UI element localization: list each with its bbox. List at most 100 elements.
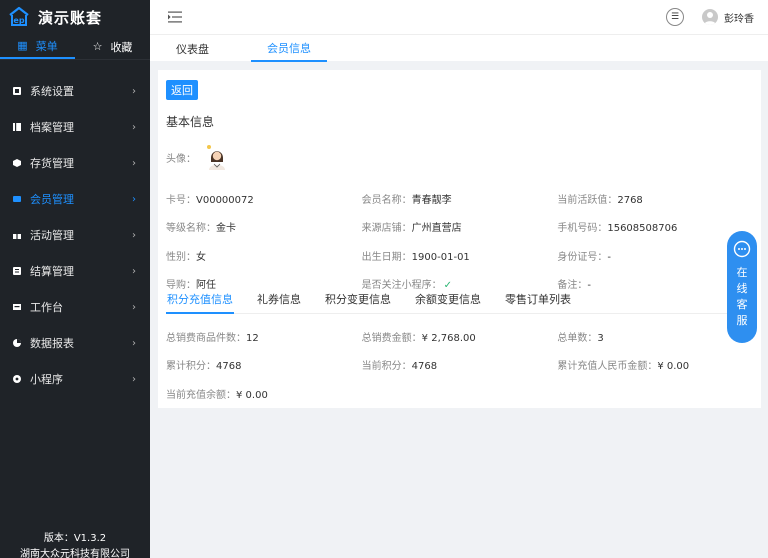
field-label: 会员名称： xyxy=(361,194,412,206)
menu-item-miniprogram[interactable]: 小程序 › xyxy=(0,361,150,397)
remark-field: 备注：- xyxy=(557,276,753,291)
menu-item-workbench[interactable]: 工作台 › xyxy=(0,289,150,325)
field-value: V00000072 xyxy=(196,194,254,206)
id-number-field: 身份证号：- xyxy=(557,248,753,263)
menu-item-activity[interactable]: 活动管理 › xyxy=(0,217,150,253)
side-tab-label: 收藏 xyxy=(110,40,133,54)
user-avatar[interactable] xyxy=(702,9,718,25)
info-row: 卡号：V00000072 会员名称：青春靓李 当前活跃值：2768 xyxy=(166,184,753,213)
menu-item-label: 活动管理 xyxy=(30,229,74,242)
workbench-icon xyxy=(13,304,21,310)
user-icon xyxy=(704,12,716,25)
back-button[interactable]: 返回 xyxy=(166,80,198,100)
app-title: 演示账套 xyxy=(38,8,103,27)
field-label: 总销费金额： xyxy=(361,332,422,344)
accumulated-recharge-field: 累计充值人民币金额：¥ 0.00 xyxy=(557,357,753,372)
menu-item-member[interactable]: 会员管理 › xyxy=(0,181,150,217)
phone-field: 手机号码：15608508706 xyxy=(557,219,753,234)
menu-item-label: 会员管理 xyxy=(30,193,74,206)
field-label: 性别： xyxy=(166,251,196,263)
menu-item-label: 数据报表 xyxy=(30,337,74,350)
menu-item-archive[interactable]: 档案管理 › xyxy=(0,109,150,145)
guide-field: 导购：阿任 xyxy=(166,276,362,291)
online-service-char: 线 xyxy=(736,282,748,295)
level-field: 等级名称：金卡 xyxy=(166,219,362,234)
field-value: ¥ 2,768.00 xyxy=(421,332,476,344)
field-value: 金卡 xyxy=(216,223,236,235)
total-amount-field: 总销费金额：¥ 2,768.00 xyxy=(362,329,558,344)
info-row: 等级名称：金卡 来源店铺：广州直营店 手机号码：15608508706 xyxy=(166,213,753,242)
stats-row: 累计积分：4768 当前积分： 4768 累计充值人民币金额：¥ 0.00 xyxy=(166,351,753,380)
chevron-right-icon: › xyxy=(132,301,136,313)
field-label: 手机号码： xyxy=(557,223,608,235)
field-label: 卡号： xyxy=(166,194,196,206)
chevron-right-icon: › xyxy=(132,229,136,241)
tab-coupons[interactable]: 礼券信息 xyxy=(256,292,302,314)
field-value: - xyxy=(607,251,611,263)
member-name-field: 会员名称：青春靓李 xyxy=(362,191,558,206)
tab-points-changes[interactable]: 积分变更信息 xyxy=(324,292,392,314)
menu-item-label: 工作台 xyxy=(30,301,63,314)
follow-miniprogram-field: 是否关注小程序： ✓ xyxy=(362,276,558,291)
tab-member-info[interactable]: 会员信息 xyxy=(251,35,327,62)
logo[interactable]: ep 演示账套 xyxy=(0,0,150,34)
menu-item-label: 系统设置 xyxy=(30,85,74,98)
settlement-icon xyxy=(13,267,21,275)
online-service-char: 在 xyxy=(736,266,748,279)
field-label: 总单数： xyxy=(557,332,598,344)
settings-icon xyxy=(13,87,21,95)
accumulated-points-field: 累计积分：4768 xyxy=(166,357,362,372)
tab-points-recharge[interactable]: 积分充值信息 xyxy=(166,292,234,314)
online-service-button[interactable]: 在 线 客 服 xyxy=(727,231,757,343)
field-value: 2768 xyxy=(617,194,643,206)
field-label: 备注： xyxy=(557,280,588,292)
total-items-field: 总销费商品件数：12 xyxy=(166,329,362,344)
field-label: 当前活跃值： xyxy=(557,194,618,206)
field-value: 3 xyxy=(597,332,604,344)
field-value: 1900-01-01 xyxy=(411,251,470,263)
online-service-label: 在 线 客 服 xyxy=(737,265,748,329)
menu-item-system-settings[interactable]: 系统设置 › xyxy=(0,73,150,109)
chevron-right-icon: › xyxy=(132,337,136,349)
tab-dashboard[interactable]: 仪表盘 xyxy=(160,35,225,62)
field-label: 总销费商品件数： xyxy=(166,332,246,344)
field-label: 累计积分： xyxy=(166,361,216,373)
source-store-field: 来源店铺：广州直营店 xyxy=(362,219,558,234)
chevron-right-icon: › xyxy=(132,85,136,97)
star-icon: ☆ xyxy=(92,40,103,53)
version-text: 版本：V1.3.2 xyxy=(43,533,107,544)
top-header: ☰ 彭玲香 xyxy=(150,0,768,34)
member-info-panel: 返回 基本信息 头像： 卡号：V00000072 会员名称：青春靓李 当前活跃值… xyxy=(158,70,761,408)
side-menu: 系统设置 › 档案管理 › 存货管理 › 会员管理 › 活动管理 › 结算管理 … xyxy=(0,73,150,397)
avatar-label: 头像： xyxy=(166,153,196,165)
stats-row: 总销费商品件数：12 总销费金额：¥ 2,768.00 总单数：3 xyxy=(166,322,753,351)
chevron-right-icon: › xyxy=(132,265,136,277)
username[interactable]: 彭玲香 xyxy=(724,10,754,25)
activity-value-field: 当前活跃值：2768 xyxy=(557,191,753,206)
field-label: 导购： xyxy=(166,280,196,292)
page-tabs: 仪表盘 会员信息 xyxy=(150,34,768,62)
field-value: ¥ 0.00 xyxy=(236,389,268,401)
field-value: ¥ 0.00 xyxy=(657,361,690,373)
field-value: 4768 xyxy=(216,361,242,373)
header-menu-icon[interactable]: ☰ xyxy=(666,8,684,26)
info-grid: 卡号：V00000072 会员名称：青春靓李 当前活跃值：2768 等级名称：金… xyxy=(166,184,753,298)
side-tab-favorites[interactable]: ☆ 收藏 xyxy=(75,34,150,59)
archive-icon xyxy=(13,123,21,131)
menu-item-inventory[interactable]: 存货管理 › xyxy=(0,145,150,181)
menu-item-label: 存货管理 xyxy=(30,157,74,170)
collapse-menu-icon[interactable] xyxy=(168,11,182,23)
field-value: 12 xyxy=(246,332,259,344)
inventory-icon xyxy=(13,159,21,167)
field-label: 当前充值余额： xyxy=(166,389,236,401)
side-tab-menu[interactable]: ▦ 菜单 xyxy=(0,34,75,59)
menu-item-settlement[interactable]: 结算管理 › xyxy=(0,253,150,289)
field-label: 是否关注小程序： xyxy=(361,280,442,292)
logo-icon: ep xyxy=(9,6,29,26)
tab-retail-orders[interactable]: 零售订单列表 xyxy=(504,292,572,314)
field-label: 身份证号： xyxy=(557,251,608,263)
stats-row: 当前充值余额：¥ 0.00 xyxy=(166,379,753,408)
tab-balance-changes[interactable]: 余额变更信息 xyxy=(414,292,482,314)
field-label: 当前积分： xyxy=(361,361,412,373)
menu-item-report[interactable]: 数据报表 › xyxy=(0,325,150,361)
